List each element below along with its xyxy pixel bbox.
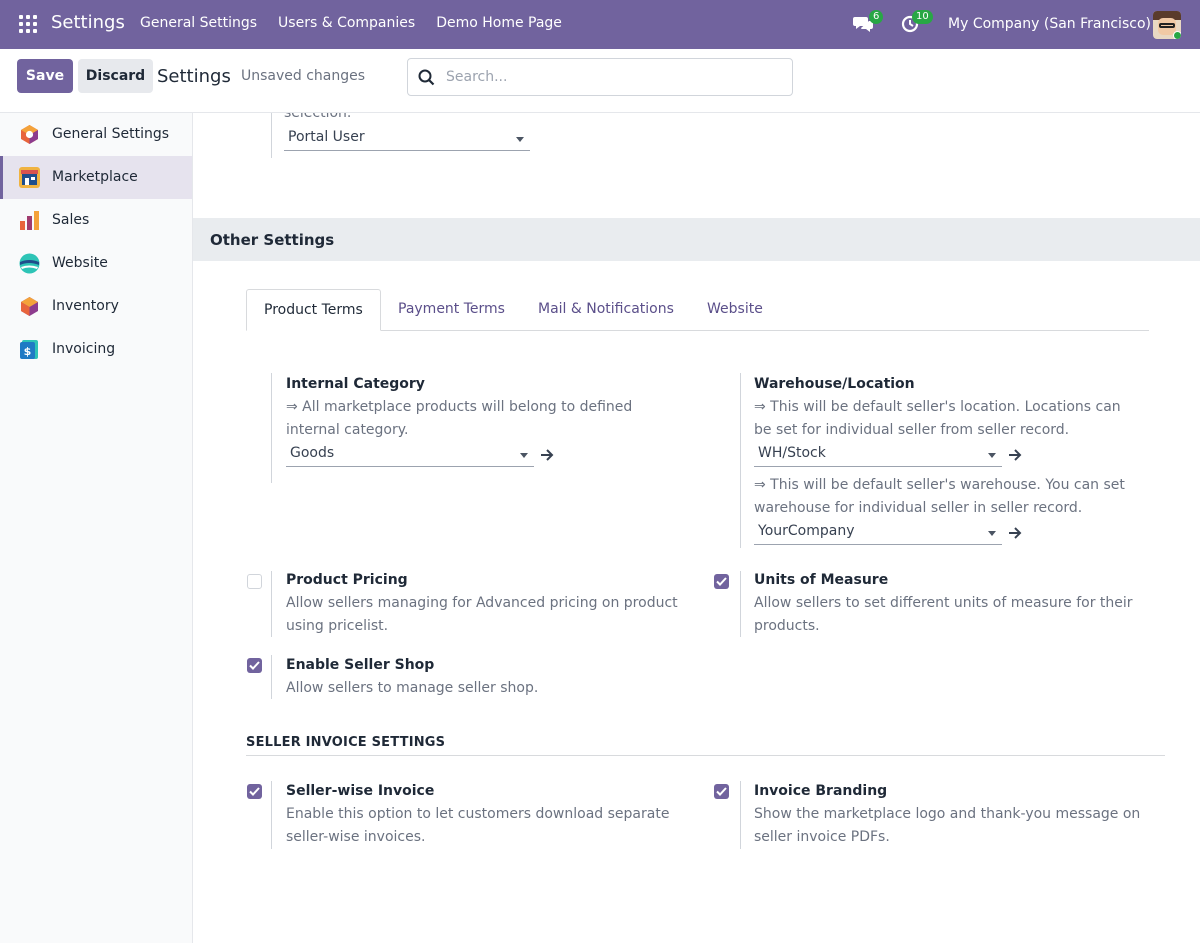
units-of-measure-checkbox[interactable] bbox=[714, 574, 729, 589]
internal-category-title: Internal Category bbox=[286, 376, 425, 392]
internal-category-description: ⇒ All marketplace products will belong t… bbox=[286, 399, 633, 438]
nav-menu: General Settings Users & Companies Demo … bbox=[140, 15, 562, 31]
warehouse-location-title: Warehouse/Location bbox=[754, 376, 915, 392]
sidebar-item-label: Inventory bbox=[52, 298, 119, 314]
seller-invoice-settings-header: SELLER INVOICE SETTINGS bbox=[246, 735, 446, 750]
setting-divider bbox=[271, 655, 272, 699]
location-description: ⇒ This will be default seller's location… bbox=[754, 399, 1121, 438]
sidebar-item-label: Website bbox=[52, 255, 108, 271]
website-icon bbox=[19, 253, 40, 274]
arrow-right-icon[interactable] bbox=[1008, 527, 1022, 539]
setting-divider bbox=[740, 373, 741, 548]
save-button[interactable]: Save bbox=[17, 59, 73, 93]
invoice-branding-checkbox[interactable] bbox=[714, 784, 729, 799]
select-value: YourCompany bbox=[758, 523, 855, 539]
product-pricing-title: Product Pricing bbox=[286, 572, 408, 588]
nav-general-settings[interactable]: General Settings bbox=[140, 15, 257, 31]
page-title: Settings bbox=[157, 66, 231, 87]
product-pricing-description: Allow sellers managing for Advanced pric… bbox=[286, 595, 678, 634]
product-pricing-checkbox[interactable] bbox=[247, 574, 262, 589]
check-icon bbox=[716, 787, 727, 796]
portal-user-select[interactable]: Portal User bbox=[284, 127, 530, 151]
control-panel: Save Discard Settings Unsaved changes bbox=[0, 49, 1200, 113]
chat-count-badge: 6 bbox=[869, 10, 884, 24]
partial-description: selection. bbox=[284, 113, 352, 121]
chevron-down-icon bbox=[988, 531, 996, 536]
nav-demo-home-page[interactable]: Demo Home Page bbox=[436, 15, 562, 31]
user-avatar[interactable] bbox=[1153, 11, 1181, 39]
units-of-measure-description: Allow sellers to set different units of … bbox=[754, 595, 1133, 634]
setting-divider bbox=[271, 373, 272, 483]
sidebar-item-marketplace[interactable]: Marketplace bbox=[0, 156, 192, 199]
sidebar-item-label: General Settings bbox=[52, 126, 170, 142]
invoice-branding-description: Show the marketplace logo and thank-you … bbox=[754, 806, 1141, 845]
sidebar-item-sales[interactable]: Sales bbox=[0, 199, 192, 242]
chevron-down-icon bbox=[988, 453, 996, 458]
sidebar-item-website[interactable]: Website bbox=[0, 242, 192, 285]
general-settings-icon bbox=[21, 125, 38, 144]
setting-divider bbox=[271, 571, 272, 637]
online-status-icon bbox=[1173, 31, 1181, 39]
apps-menu-icon[interactable] bbox=[19, 15, 37, 33]
sidebar-item-label: Invoicing bbox=[52, 341, 116, 357]
tab-mail-notifications[interactable]: Mail & Notifications bbox=[538, 289, 674, 331]
sidebar-item-inventory[interactable]: Inventory bbox=[0, 285, 192, 328]
section-title: Other Settings bbox=[210, 231, 335, 249]
setting-divider bbox=[740, 571, 741, 637]
arrow-right-icon[interactable] bbox=[540, 449, 554, 461]
section-header: Other Settings bbox=[193, 218, 1200, 261]
internal-category-select[interactable]: Goods bbox=[286, 443, 534, 467]
warehouse-select[interactable]: YourCompany bbox=[754, 521, 1002, 545]
sidebar-item-label: Sales bbox=[52, 212, 90, 228]
chevron-down-icon bbox=[516, 137, 524, 142]
settings-content: selection. Portal User Other Settings Pr… bbox=[193, 113, 1200, 943]
settings-tabs: Product Terms Payment Terms Mail & Notif… bbox=[246, 289, 1149, 331]
arrow-right-icon[interactable] bbox=[1008, 449, 1022, 461]
chevron-down-icon bbox=[520, 453, 528, 458]
divider bbox=[246, 755, 1165, 756]
seller-wise-invoice-checkbox[interactable] bbox=[247, 784, 262, 799]
discard-button[interactable]: Discard bbox=[78, 59, 153, 93]
inventory-icon bbox=[21, 297, 38, 316]
app-brand[interactable]: Settings bbox=[51, 12, 125, 33]
enable-seller-shop-description: Allow sellers to manage seller shop. bbox=[286, 680, 539, 696]
check-icon bbox=[249, 661, 260, 670]
company-switcher[interactable]: My Company (San Francisco) bbox=[948, 16, 1151, 32]
settings-sidebar: General Settings Marketplace Sales Websi… bbox=[0, 113, 193, 943]
search-box[interactable] bbox=[407, 58, 793, 96]
sales-icon bbox=[20, 211, 39, 230]
seller-wise-invoice-title: Seller-wise Invoice bbox=[286, 783, 435, 799]
tab-website[interactable]: Website bbox=[707, 289, 763, 331]
seller-wise-invoice-description: Enable this option to let customers down… bbox=[286, 806, 670, 845]
units-of-measure-title: Units of Measure bbox=[754, 572, 889, 588]
marketplace-icon bbox=[19, 167, 40, 188]
setting-divider bbox=[271, 113, 272, 158]
top-navbar: Settings General Settings Users & Compan… bbox=[0, 0, 1200, 49]
sidebar-item-general-settings[interactable]: General Settings bbox=[0, 113, 192, 156]
activity-count-badge: 10 bbox=[912, 10, 933, 24]
setting-divider bbox=[271, 781, 272, 849]
sidebar-item-invoicing[interactable]: $ Invoicing bbox=[0, 328, 192, 371]
search-icon bbox=[418, 69, 435, 86]
search-input[interactable] bbox=[446, 67, 776, 87]
invoicing-icon: $ bbox=[20, 340, 38, 359]
nav-users-companies[interactable]: Users & Companies bbox=[278, 15, 415, 31]
location-select[interactable]: WH/Stock bbox=[754, 443, 1002, 467]
sidebar-item-label: Marketplace bbox=[52, 169, 138, 185]
warehouse-description: ⇒ This will be default seller's warehous… bbox=[754, 477, 1125, 516]
unsaved-status: Unsaved changes bbox=[241, 68, 366, 84]
invoice-branding-title: Invoice Branding bbox=[754, 783, 888, 799]
check-icon bbox=[249, 787, 260, 796]
select-value: Goods bbox=[290, 445, 335, 461]
enable-seller-shop-title: Enable Seller Shop bbox=[286, 657, 435, 673]
tab-payment-terms[interactable]: Payment Terms bbox=[398, 289, 505, 331]
select-value: Portal User bbox=[288, 129, 365, 145]
check-icon bbox=[716, 577, 727, 586]
svg-text:$: $ bbox=[24, 345, 32, 358]
tab-product-terms[interactable]: Product Terms bbox=[246, 289, 381, 331]
select-value: WH/Stock bbox=[758, 445, 826, 461]
enable-seller-shop-checkbox[interactable] bbox=[247, 658, 262, 673]
setting-divider bbox=[740, 781, 741, 849]
